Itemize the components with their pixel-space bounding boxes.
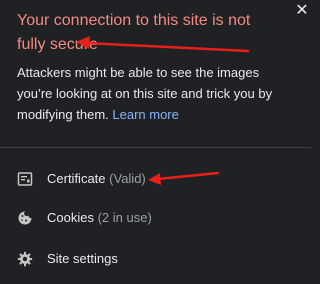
certificate-status: (Valid): [109, 171, 146, 186]
gear-icon: [17, 251, 33, 267]
site-settings-row[interactable]: Site settings: [0, 241, 311, 277]
cookies-label: Cookies (2 in use): [47, 210, 152, 226]
cookies-status: (2 in use): [97, 210, 152, 225]
divider: [0, 147, 311, 148]
close-icon: ✕: [295, 2, 309, 19]
certificate-row[interactable]: Certificate (Valid): [0, 161, 311, 197]
close-button[interactable]: ✕: [293, 2, 311, 20]
cookies-row[interactable]: Cookies (2 in use): [0, 200, 311, 236]
cookies-label-text: Cookies: [47, 210, 94, 225]
connection-warning-title: Your connection to this site is not full…: [17, 12, 251, 53]
warning-description: Attackers might be able to see the image…: [17, 62, 287, 125]
site-settings-label: Site settings: [47, 251, 118, 266]
certificate-label-text: Certificate: [47, 171, 106, 186]
learn-more-link[interactable]: Learn more: [112, 107, 178, 122]
cookie-icon: [18, 211, 32, 225]
certificate-icon: [17, 172, 33, 186]
certificate-label: Certificate (Valid): [47, 171, 146, 187]
site-info-popup: ✕ Your connection to this site is not fu…: [0, 0, 311, 284]
